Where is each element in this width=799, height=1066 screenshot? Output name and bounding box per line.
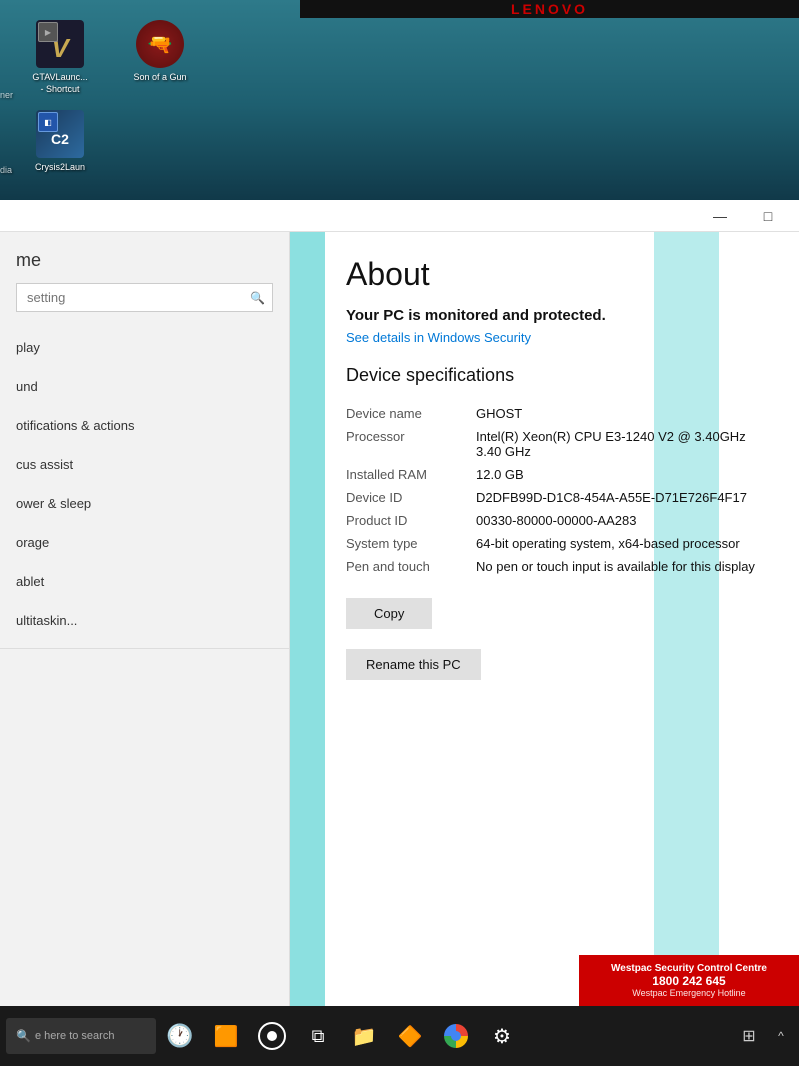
- taskbar-chrome[interactable]: [434, 1014, 478, 1058]
- desktop: lenovo ▶ V GTAVLaunc... - Shortcut 🔫 Son…: [0, 0, 799, 210]
- taskbar-search-text: e here to search: [35, 1030, 115, 1042]
- lenovo-logo: lenovo: [511, 1, 588, 17]
- sidebar-item-display[interactable]: play: [0, 328, 289, 367]
- minimize-button[interactable]: —: [697, 200, 743, 232]
- sidebar-item-power-sleep[interactable]: ower & sleep: [0, 484, 289, 523]
- taskbar-start-button[interactable]: [250, 1014, 294, 1058]
- taskbar-vlc[interactable]: 🔶: [388, 1014, 432, 1058]
- main-content: About Your PC is monitored and protected…: [290, 232, 799, 1006]
- spec-row-product-id: Product ID 00330-80000-00000-AA283: [346, 509, 769, 532]
- systray-chevron[interactable]: ^: [769, 1020, 793, 1052]
- spec-label: Pen and touch: [346, 555, 476, 578]
- window-controls: — □: [697, 200, 791, 232]
- spec-row-ram: Installed RAM 12.0 GB: [346, 463, 769, 486]
- search-input[interactable]: [16, 283, 273, 312]
- westpac-line1: Westpac Security Control Centre: [591, 963, 787, 974]
- desktop-icon-crysis[interactable]: ◧ C2 Crysis2Laun: [20, 110, 100, 172]
- lenovo-bar: lenovo: [300, 0, 799, 18]
- sidebar-item-storage[interactable]: orage: [0, 523, 289, 562]
- content-inner: About Your PC is monitored and protected…: [290, 232, 799, 704]
- spec-row-system-type: System type 64-bit operating system, x64…: [346, 532, 769, 555]
- spec-value: GHOST: [476, 402, 769, 425]
- about-title: About: [346, 256, 769, 293]
- maximize-button[interactable]: □: [745, 200, 791, 232]
- search-box: 🔍: [16, 283, 273, 312]
- protection-status: Your PC is monitored and protected.: [346, 307, 769, 324]
- taskbar-clock-widget[interactable]: 🕐: [158, 1014, 202, 1058]
- device-specs-title: Device specifications: [346, 365, 769, 386]
- spec-value: 64-bit operating system, x64-based proce…: [476, 532, 769, 555]
- westpac-notification: Westpac Security Control Centre 1800 242…: [579, 955, 799, 1006]
- see-details-link[interactable]: See details in Windows Security: [346, 330, 769, 345]
- spec-label: Installed RAM: [346, 463, 476, 486]
- settings-sidebar: me 🔍 play und otifications & actions cus…: [0, 232, 290, 1006]
- spec-value: 00330-80000-00000-AA283: [476, 509, 769, 532]
- rename-button[interactable]: Rename this PC: [346, 649, 481, 680]
- taskbar-explorer[interactable]: 📁: [342, 1014, 386, 1058]
- taskbar-icon-orange[interactable]: 🟧: [204, 1014, 248, 1058]
- spec-value: Intel(R) Xeon(R) CPU E3-1240 V2 @ 3.40GH…: [476, 425, 769, 463]
- taskbar-task-view[interactable]: ⧉: [296, 1014, 340, 1058]
- spec-label: Processor: [346, 425, 476, 463]
- spec-value: D2DFB99D-D1C8-454A-A55E-D71E726F4F17: [476, 486, 769, 509]
- sidebar-item-sound[interactable]: und: [0, 367, 289, 406]
- window-body: me 🔍 play und otifications & actions cus…: [0, 232, 799, 1006]
- spec-value: 12.0 GB: [476, 463, 769, 486]
- taskbar: 🔍 e here to search 🕐 🟧 ⧉ 📁 🔶 ⚙ ⊞ ^: [0, 1006, 799, 1066]
- crysis-label-line1: Crysis2Laun: [35, 162, 85, 172]
- search-icon: 🔍: [250, 291, 265, 305]
- desktop-icon-sonofagun[interactable]: 🔫 Son of a Gun: [120, 20, 200, 82]
- spec-label: Product ID: [346, 509, 476, 532]
- spec-row-device-id: Device ID D2DFB99D-D1C8-454A-A55E-D71E72…: [346, 486, 769, 509]
- taskbar-systray: ⊞ ^: [733, 1020, 793, 1052]
- spec-label: System type: [346, 532, 476, 555]
- settings-window: — □ me 🔍 play und otifications & actions…: [0, 200, 799, 1006]
- sidebar-item-tablet[interactable]: ablet: [0, 562, 289, 601]
- sidebar-item-notifications[interactable]: otifications & actions: [0, 406, 289, 445]
- westpac-line2: 1800 242 645: [591, 974, 787, 988]
- spec-row-device-name: Device name GHOST: [346, 402, 769, 425]
- sidebar-divider: [0, 648, 289, 649]
- spec-label: Device ID: [346, 486, 476, 509]
- spec-row-pen-touch: Pen and touch No pen or touch input is a…: [346, 555, 769, 578]
- specs-table: Device name GHOST Processor Intel(R) Xeo…: [346, 402, 769, 578]
- spec-row-processor: Processor Intel(R) Xeon(R) CPU E3-1240 V…: [346, 425, 769, 463]
- gtav-label-line2: - Shortcut: [40, 84, 79, 96]
- desktop-icon-gtav[interactable]: ▶ V GTAVLaunc... - Shortcut: [20, 20, 100, 95]
- sidebar-header: me: [0, 242, 289, 283]
- gtav-label-line1: GTAVLaunc...: [32, 72, 87, 84]
- taskbar-settings[interactable]: ⚙: [480, 1014, 524, 1058]
- systray-grid[interactable]: ⊞: [733, 1020, 765, 1052]
- taskbar-search-area[interactable]: 🔍 e here to search: [6, 1018, 156, 1054]
- spec-label: Device name: [346, 402, 476, 425]
- sidebar-item-multitasking[interactable]: ultitaskin...: [0, 601, 289, 640]
- sidebar-item-focus-assist[interactable]: cus assist: [0, 445, 289, 484]
- window-titlebar: — □: [0, 200, 799, 232]
- sonofagun-label: Son of a Gun: [133, 72, 186, 82]
- search-icon: 🔍: [16, 1029, 31, 1043]
- copy-button[interactable]: Copy: [346, 598, 432, 629]
- westpac-line3: Westpac Emergency Hotline: [591, 988, 787, 998]
- spec-value: No pen or touch input is available for t…: [476, 555, 769, 578]
